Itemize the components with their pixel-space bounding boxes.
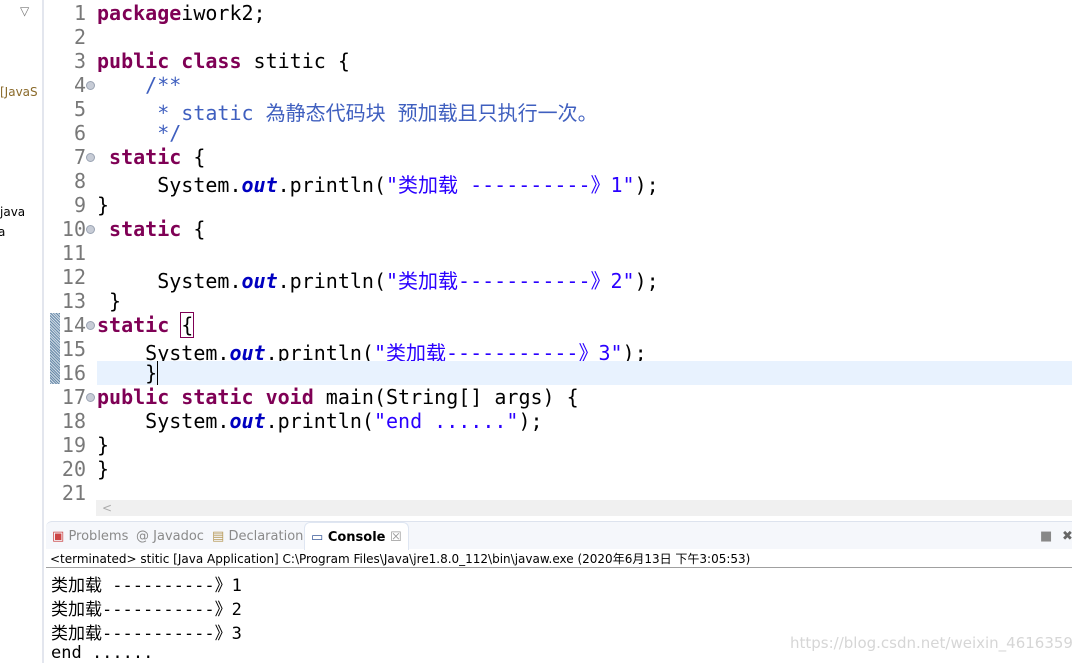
line-number-gutter: 1 2 3 4 5 6 7 8 9 10 11 12 13 14 15 16 17 18 19 20 21 xyxy=(46,0,96,505)
code-token: System. xyxy=(97,409,230,433)
code-token: "end ......" xyxy=(373,409,519,433)
horizontal-scrollbar[interactable]: < xyxy=(96,500,1072,516)
line-number: 12 xyxy=(61,265,86,289)
code-token: { xyxy=(181,145,206,169)
tab-javadoc[interactable]: @ Javadoc xyxy=(136,522,204,550)
line-number: 3 xyxy=(73,49,86,73)
line-number: 8 xyxy=(73,169,86,193)
line-number: 21 xyxy=(61,481,86,505)
fold-toggle-icon[interactable] xyxy=(86,321,95,330)
code-token: } xyxy=(97,433,110,457)
line-number: 4 xyxy=(73,73,86,97)
line-number: 9 xyxy=(73,193,86,217)
code-token: ); xyxy=(518,409,543,433)
bottom-panel-tabs: ▣ Problems @ Javadoc ▤ Declaration ▭ Con… xyxy=(46,521,1072,550)
line-number: 18 xyxy=(61,409,86,433)
console-output-line: 类加载-----------》2 xyxy=(51,600,242,620)
at-icon: @ xyxy=(136,529,149,544)
explorer-item[interactable]: [JavaS xyxy=(0,85,38,99)
declaration-icon: ▤ xyxy=(212,529,225,544)
fold-toggle-icon[interactable] xyxy=(86,225,95,234)
code-line[interactable]: public static void main(String[] args) { xyxy=(97,385,1072,409)
code-token: */ xyxy=(97,121,182,145)
line-number: 17 xyxy=(61,385,86,409)
code-token: public static void xyxy=(97,385,314,409)
fold-toggle-icon[interactable] xyxy=(86,81,95,90)
code-token: .println( xyxy=(265,409,374,433)
code-line[interactable]: } xyxy=(97,361,1072,385)
code-token: } xyxy=(97,361,158,385)
code-token: } xyxy=(97,289,122,313)
explorer-item[interactable]: a xyxy=(0,225,5,239)
console-output-line: 类加载 ----------》1 xyxy=(51,576,242,596)
code-line[interactable]: static { xyxy=(97,312,1072,338)
code-line[interactable]: packageiwork2; xyxy=(97,1,1072,25)
code-line[interactable]: public class stitic { xyxy=(97,49,1072,73)
code-line[interactable] xyxy=(97,241,1072,265)
code-token: /** xyxy=(97,73,182,97)
console-header: <terminated> stitic [Java Application] C… xyxy=(46,549,1072,568)
code-token: { xyxy=(181,217,206,241)
code-line[interactable]: static { xyxy=(97,217,1072,241)
code-line[interactable]: /** xyxy=(97,73,1072,97)
line-number: 6 xyxy=(73,121,86,145)
code-line[interactable]: System.out.println("类加载-----------》2"); xyxy=(97,265,1072,293)
code-editor[interactable]: 1 2 3 4 5 6 7 8 9 10 11 12 13 14 15 16 17 18 19 20 21 packag… xyxy=(46,0,1072,516)
change-marker xyxy=(50,313,60,384)
code-token: static xyxy=(109,145,182,169)
console-icon: ▭ xyxy=(311,530,324,545)
code-token: { xyxy=(180,312,195,338)
watermark: https://blog.csdn.net/weixin_46163590 xyxy=(790,634,1072,652)
line-number: 2 xyxy=(73,25,86,49)
terminate-icon[interactable]: ■ xyxy=(1040,522,1052,550)
text-cursor xyxy=(157,361,159,385)
explorer-item[interactable]: java xyxy=(0,205,25,219)
code-line[interactable] xyxy=(97,25,1072,49)
close-icon[interactable]: ☒ xyxy=(390,530,402,545)
line-number: 10 xyxy=(61,217,86,241)
code-token: package xyxy=(97,1,182,25)
console-output-line: end ...... xyxy=(51,643,154,663)
code-line[interactable]: static { xyxy=(97,145,1072,169)
code-line[interactable]: System.out.println("类加载 ----------》1"); xyxy=(97,169,1072,197)
console-output-line: 类加载-----------》3 xyxy=(51,624,242,644)
code-token: public class xyxy=(97,49,242,73)
remove-launch-icon[interactable]: ✖ xyxy=(1062,522,1072,550)
code-line[interactable]: } xyxy=(97,433,1072,457)
fold-toggle-icon[interactable] xyxy=(86,153,95,162)
code-line[interactable]: System.out.println("类加载-----------》3"); xyxy=(97,337,1072,365)
code-line[interactable]: System.out.println("end ......"); xyxy=(97,409,1072,433)
code-token: iwork2; xyxy=(181,1,266,25)
code-token: out xyxy=(229,409,266,433)
line-number: 11 xyxy=(61,241,86,265)
package-explorer: ▽ [JavaS java a xyxy=(0,0,44,663)
code-line[interactable]: } xyxy=(97,457,1072,481)
view-menu-icon[interactable]: ▽ xyxy=(20,4,29,18)
line-number: 5 xyxy=(73,97,86,121)
code-token: } xyxy=(97,193,110,217)
tab-problems[interactable]: ▣ Problems xyxy=(52,522,128,550)
line-number: 19 xyxy=(61,433,86,457)
line-number: 20 xyxy=(61,457,86,481)
code-token: } xyxy=(97,457,110,481)
line-number: 13 xyxy=(61,289,86,313)
line-number: 7 xyxy=(73,145,86,169)
code-line[interactable]: * static 為静态代码块 预加载且只执行一次。 xyxy=(97,97,1072,125)
scroll-left-arrow[interactable]: < xyxy=(102,501,112,515)
code-token: stitic { xyxy=(241,49,350,73)
code-token: static xyxy=(97,313,170,337)
code-token: main(String[] args) { xyxy=(313,385,579,409)
problems-icon: ▣ xyxy=(52,529,65,544)
fold-toggle-icon[interactable] xyxy=(86,393,95,402)
code-line[interactable]: } xyxy=(97,289,1072,313)
code-line[interactable]: */ xyxy=(97,121,1072,145)
line-number: 1 xyxy=(73,1,86,25)
code-line[interactable]: } xyxy=(97,193,1072,217)
code-token: static xyxy=(109,217,182,241)
tab-declaration[interactable]: ▤ Declaration xyxy=(212,522,303,550)
tab-console[interactable]: ▭ Console ☒ xyxy=(304,522,409,550)
